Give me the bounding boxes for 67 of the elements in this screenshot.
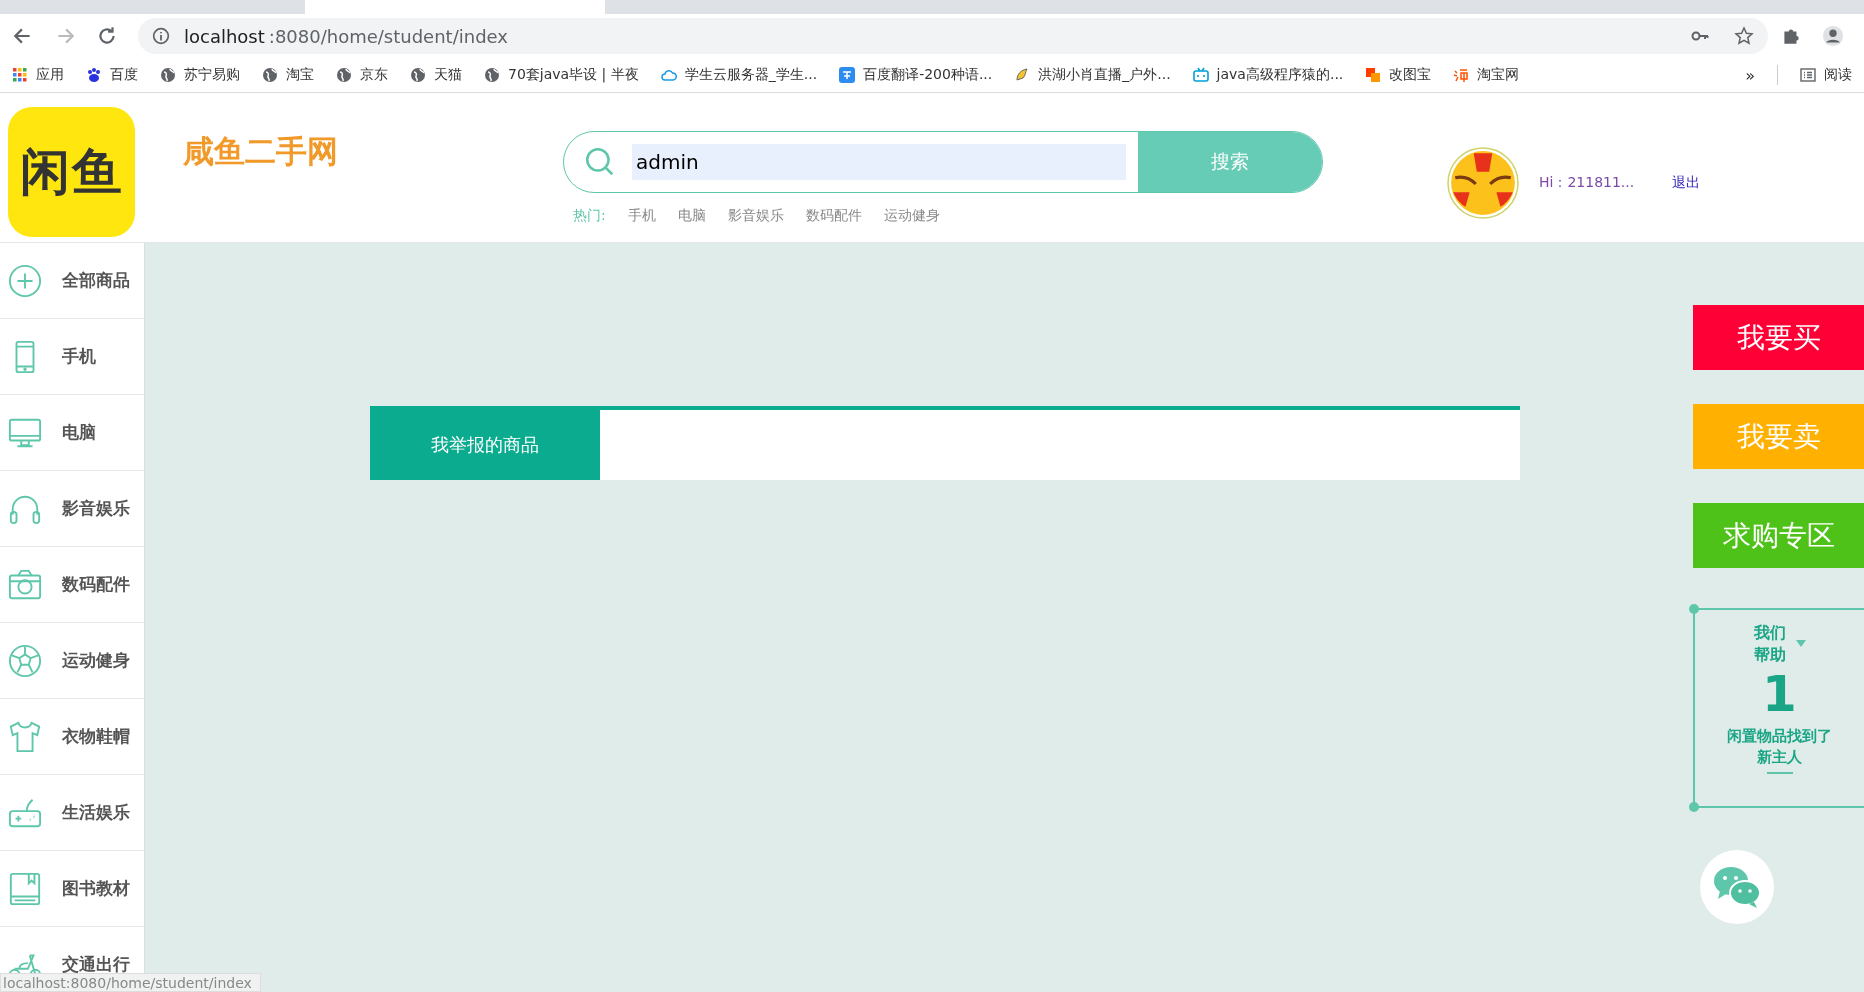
category-item[interactable]: 全部商品 <box>0 243 144 319</box>
category-item[interactable]: 数码配件 <box>0 547 144 623</box>
category-item[interactable]: 电脑 <box>0 395 144 471</box>
bookmark[interactable]: 学生云服务器_学生... <box>660 66 818 84</box>
ball-icon <box>8 643 42 678</box>
category-item[interactable]: 图书教材 <box>0 851 144 927</box>
globe-icon <box>410 67 426 83</box>
info-icon[interactable] <box>152 27 170 45</box>
more-bookmarks[interactable]: » <box>1745 65 1755 85</box>
bookmark[interactable]: 淘宝网 <box>1453 66 1520 84</box>
logout-link[interactable]: 退出 <box>1672 174 1701 192</box>
hot-link[interactable]: 数码配件 <box>805 207 862 225</box>
bookmark[interactable]: 百度翻译-200种语... <box>839 66 993 84</box>
globe-icon <box>262 67 278 83</box>
star-icon[interactable] <box>1734 26 1754 46</box>
globe-icon <box>160 67 176 83</box>
globe-icon <box>484 67 500 83</box>
user-greeting: Hi：211811... <box>1539 174 1635 192</box>
book-icon <box>8 871 42 906</box>
category-item[interactable]: 运动健身 <box>0 623 144 699</box>
camera-icon <box>8 567 42 602</box>
bookmark[interactable]: 苏宁易购 <box>160 66 240 84</box>
chat-icon <box>1712 865 1762 909</box>
help-caption: 闲置物品找到了新主人 <box>1727 725 1832 768</box>
status-url: localhost:8080/home/student/index <box>0 973 261 992</box>
help-count: 1 <box>1762 666 1797 722</box>
bookmark[interactable]: 淘宝 <box>262 66 314 84</box>
site-title: 咸鱼二手网 <box>183 132 339 171</box>
category-item[interactable]: 手机 <box>0 319 144 395</box>
category-item[interactable]: 衣物鞋帽 <box>0 699 144 775</box>
bookmark[interactable]: java高级程序猿的... <box>1192 66 1344 84</box>
tv-icon <box>1192 67 1209 83</box>
bookmark[interactable]: 应用 <box>12 66 64 84</box>
apps-grid-icon <box>12 67 28 83</box>
bookmark[interactable]: 改图宝 <box>1365 66 1432 84</box>
plus-icon <box>8 263 42 298</box>
bookmark[interactable]: 天猫 <box>410 66 462 84</box>
hot-link[interactable]: 影音娱乐 <box>727 207 784 225</box>
profile-icon[interactable] <box>1822 25 1844 47</box>
bookmark[interactable]: 70套java毕设 | 半夜 <box>484 66 639 84</box>
squares-icon <box>1365 67 1382 83</box>
site-logo[interactable]: 闲鱼 <box>8 107 135 237</box>
address-bar[interactable]: localhost :8080/home/student/index <box>138 18 1768 54</box>
translate-icon <box>839 67 856 83</box>
reload-icon[interactable] <box>96 25 118 47</box>
hot-link[interactable]: 运动健身 <box>883 207 940 225</box>
bookmark[interactable]: 京东 <box>336 66 388 84</box>
category-item[interactable]: 生活娱乐 <box>0 775 144 851</box>
paw-icon <box>86 67 102 83</box>
triangle-icon <box>1795 640 1806 649</box>
help-heading: 我们帮助 <box>1753 622 1786 667</box>
bookmark[interactable]: 洪湖小肖直播_户外... <box>1014 66 1171 84</box>
avatar[interactable] <box>1447 147 1519 219</box>
shirt-icon <box>8 719 42 754</box>
category-item[interactable]: 影音娱乐 <box>0 471 144 547</box>
reading-list[interactable]: 阅读 <box>1824 66 1852 84</box>
reading-list-icon[interactable] <box>1800 67 1816 83</box>
hot-label: 热门: <box>573 207 606 225</box>
hot-link[interactable]: 电脑 <box>677 207 706 225</box>
hot-link[interactable]: 手机 <box>627 207 656 225</box>
action-button[interactable]: 我要买 <box>1693 305 1864 370</box>
search-icon <box>584 146 616 178</box>
bookmark[interactable]: 百度 <box>86 66 138 84</box>
tao-icon <box>1453 67 1470 83</box>
cloud-icon <box>660 67 677 83</box>
search-field[interactable]: admin <box>632 144 1126 180</box>
globe-icon <box>336 67 352 83</box>
